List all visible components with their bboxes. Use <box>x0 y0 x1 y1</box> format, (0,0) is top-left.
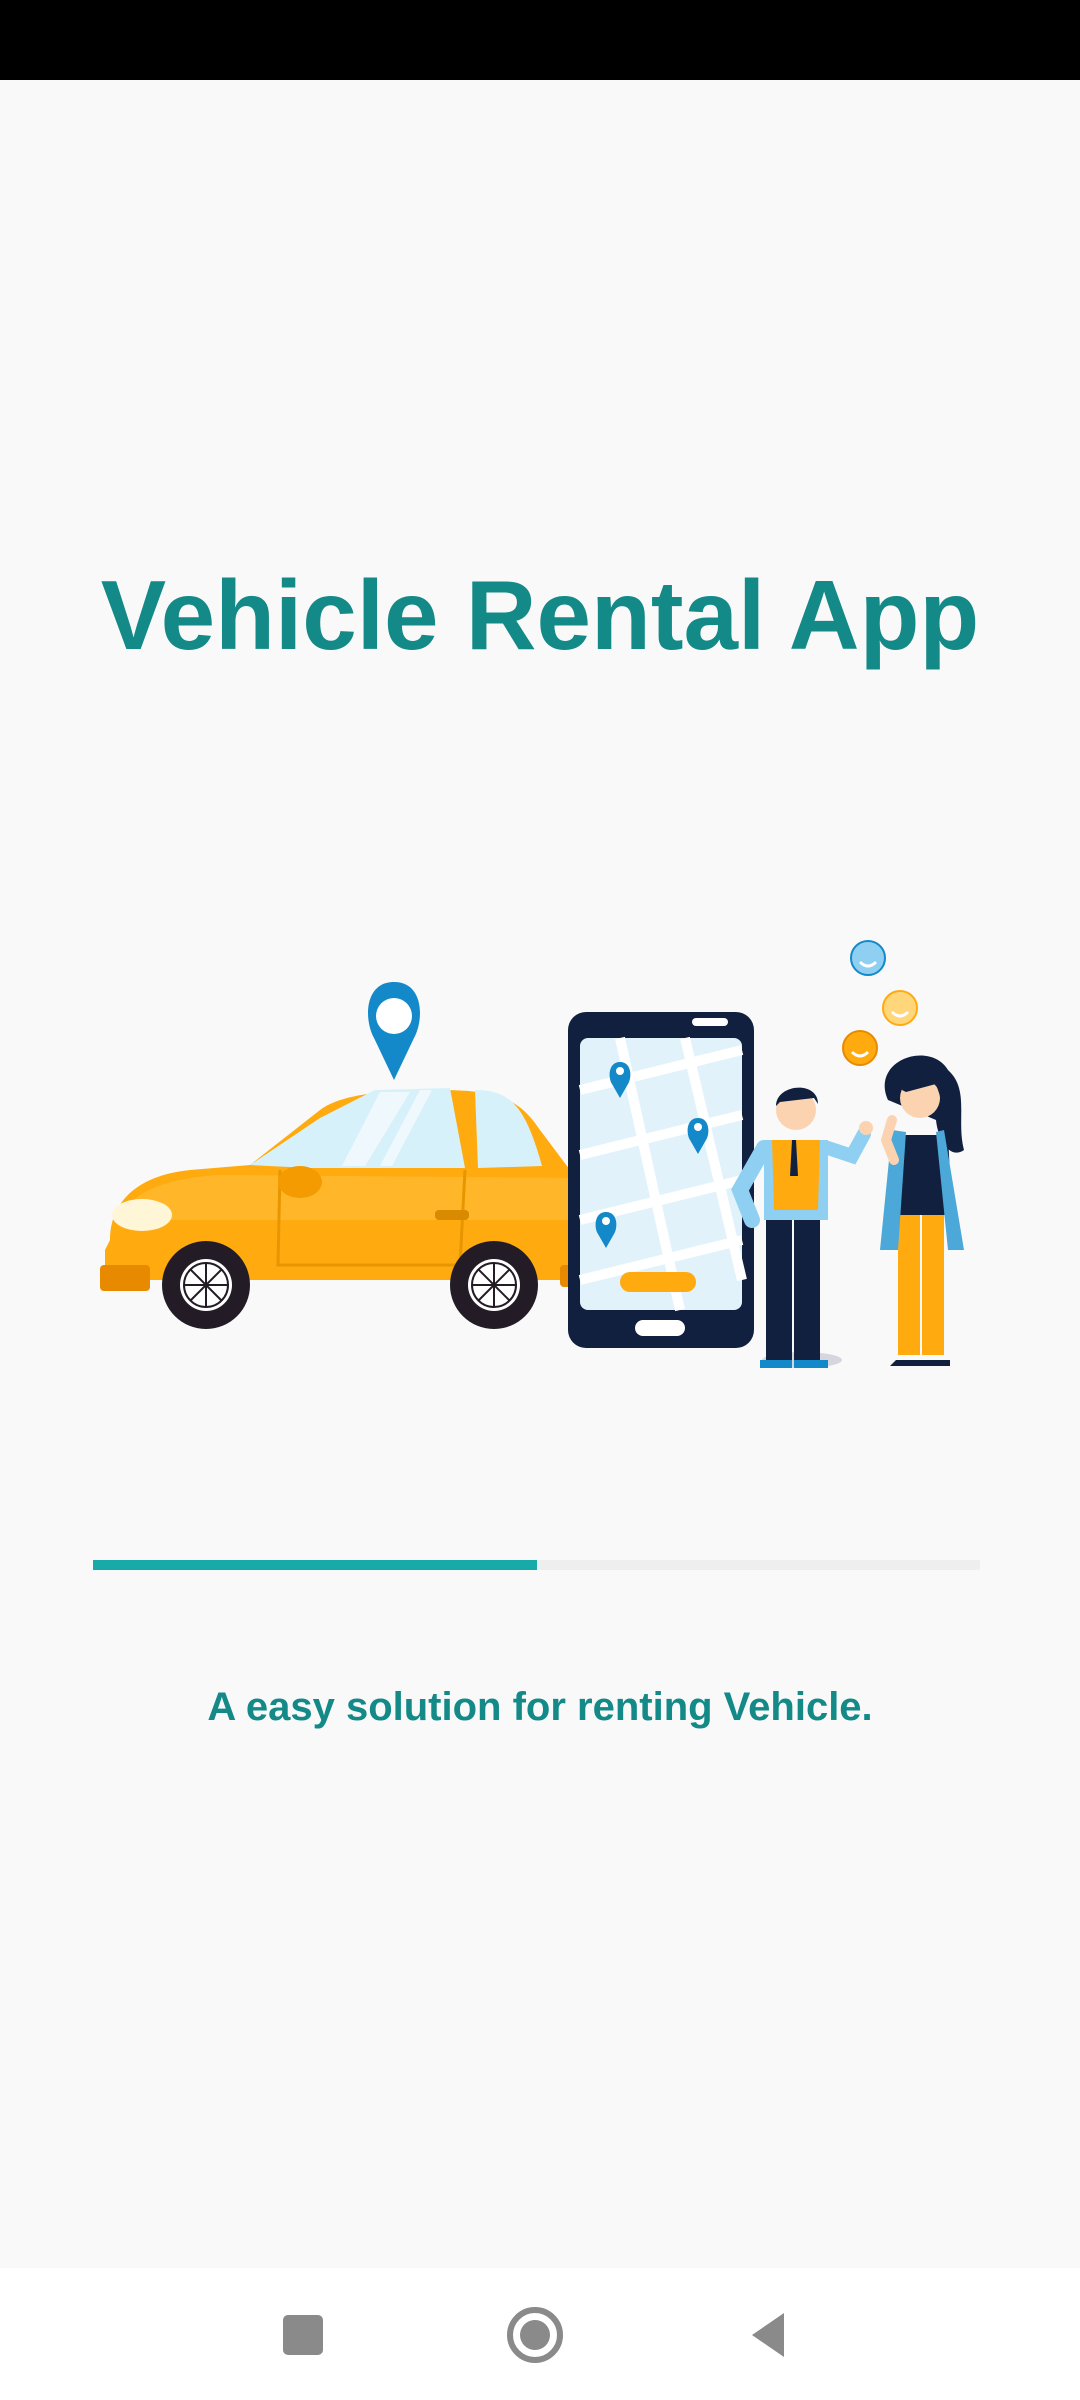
navigation-bar <box>0 2268 1080 2400</box>
emoji-icons <box>842 940 918 1066</box>
home-icon[interactable] <box>500 2300 570 2370</box>
loading-progress-fill <box>93 1560 537 1570</box>
splash-screen: Vehicle Rental App A easy solution for r… <box>0 0 1080 2400</box>
status-bar <box>0 0 1080 80</box>
car-illustration <box>100 1088 610 1329</box>
hero-illustration <box>100 940 964 1368</box>
woman-illustration <box>880 1055 964 1366</box>
location-pin-icon <box>368 982 420 1080</box>
app-tagline: A easy solution for renting Vehicle. <box>207 1685 873 1729</box>
app-title: Vehicle Rental App <box>100 560 980 670</box>
recents-icon[interactable] <box>268 2300 338 2370</box>
loading-progress-bar <box>93 1560 980 1570</box>
back-icon[interactable] <box>732 2300 802 2370</box>
phone-illustration <box>568 1012 754 1348</box>
man-illustration <box>731 1087 873 1368</box>
